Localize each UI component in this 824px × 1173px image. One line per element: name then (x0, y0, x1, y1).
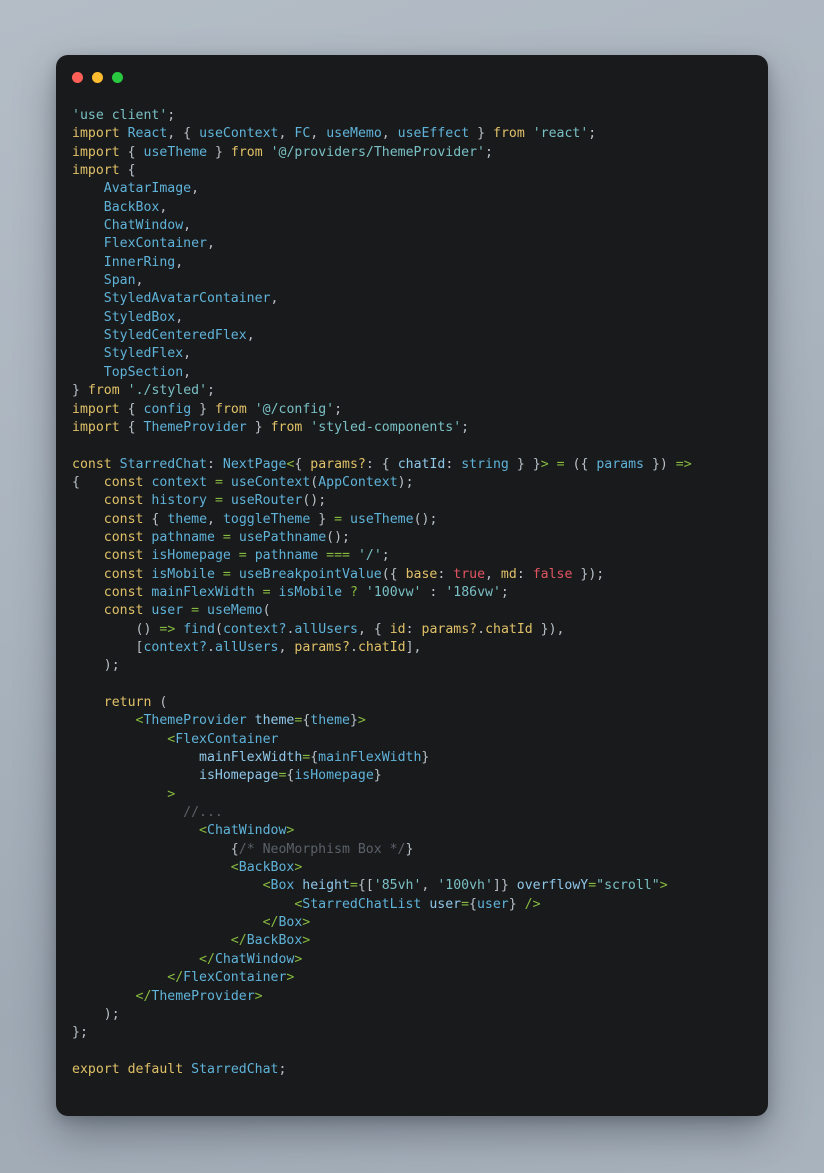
code-line: <FlexContainer (167, 731, 279, 747)
code-line: </Box> (262, 915, 311, 931)
code-line: StyledAvatarContainer, (103, 291, 279, 307)
minimize-button-icon[interactable] (92, 71, 103, 83)
code-line: AvatarImage, (103, 181, 200, 197)
close-button-icon[interactable] (72, 71, 83, 83)
code-editor-window: 'use client'; import React, { useContext,… (56, 55, 768, 1116)
code-line: StyledFlex, (103, 346, 192, 362)
code-line: 'use client'; (72, 108, 176, 123)
code-line: import { useTheme } from '@/providers/Th… (72, 144, 493, 160)
code-line: FlexContainer, (103, 236, 215, 252)
code-line: StyledCenteredFlex, (103, 328, 255, 344)
code-line: </FlexContainer> (167, 970, 295, 986)
code-line: const user = useMemo( (103, 603, 271, 619)
code-line: } from './styled'; (72, 383, 215, 399)
code-line: {/* NeoMorphism Box */} (230, 841, 414, 857)
code-line: isHomepage={isHomepage} (199, 768, 382, 784)
code-block: 'use client'; import React, { useContext,… (56, 99, 768, 1079)
code-line: <StarredChatList user={user} /> (294, 896, 541, 912)
code-line: import { (72, 163, 136, 179)
code-line: InnerRing, (103, 254, 184, 270)
code-line: ); (103, 658, 120, 674)
code-line: </ChatWindow> (199, 951, 303, 967)
code-line: const isHomepage = pathname === '/'; (103, 548, 390, 564)
code-line: <Box height={['85vh', '100vh']} overflow… (262, 878, 668, 894)
code-line: StyledBox, (103, 309, 184, 325)
code-line: }; (72, 1025, 88, 1041)
code-line: const isMobile = useBreakpointValue({ ba… (103, 566, 605, 582)
code-line: const { theme, toggleTheme } = useTheme(… (103, 511, 438, 527)
code-line: > (167, 786, 176, 802)
code-line: { const context = useContext(AppContext)… (72, 474, 414, 490)
code-line: <ThemeProvider theme={theme}> (135, 713, 366, 729)
code-line: const StarredChat: NextPage<{ params?: {… (72, 456, 692, 472)
code-line: const mainFlexWidth = isMobile ? '100vw'… (103, 584, 509, 600)
code-line: [context?.allUsers, params?.chatId], (135, 639, 422, 655)
code-line: <ChatWindow> (199, 823, 295, 839)
code-line: BackBox, (103, 199, 168, 215)
maximize-button-icon[interactable] (112, 71, 123, 83)
code-line: const pathname = usePathname(); (103, 529, 350, 545)
code-line: () => find(context?.allUsers, { id: para… (135, 621, 565, 637)
code-line: const history = useRouter(); (103, 493, 327, 509)
code-line: import { config } from '@/config'; (72, 401, 343, 417)
code-line: </BackBox> (230, 933, 311, 949)
code-line: return ( (103, 695, 168, 710)
code-line: ); (103, 1006, 120, 1022)
code-line: Span, (103, 273, 144, 289)
code-line: import { ThemeProvider } from 'styled-co… (72, 419, 470, 435)
code-line: <BackBox> (230, 860, 303, 876)
code-line: export default StarredChat; (72, 1061, 287, 1077)
code-line: ChatWindow, (103, 218, 192, 234)
code-line: import React, { useContext, FC, useMemo,… (72, 126, 597, 142)
code-line: mainFlexWidth={mainFlexWidth} (199, 750, 430, 766)
window-titlebar (56, 55, 768, 99)
code-line: </ThemeProvider> (135, 988, 263, 1004)
code-line: //... (183, 805, 223, 821)
code-line: TopSection, (103, 364, 192, 380)
